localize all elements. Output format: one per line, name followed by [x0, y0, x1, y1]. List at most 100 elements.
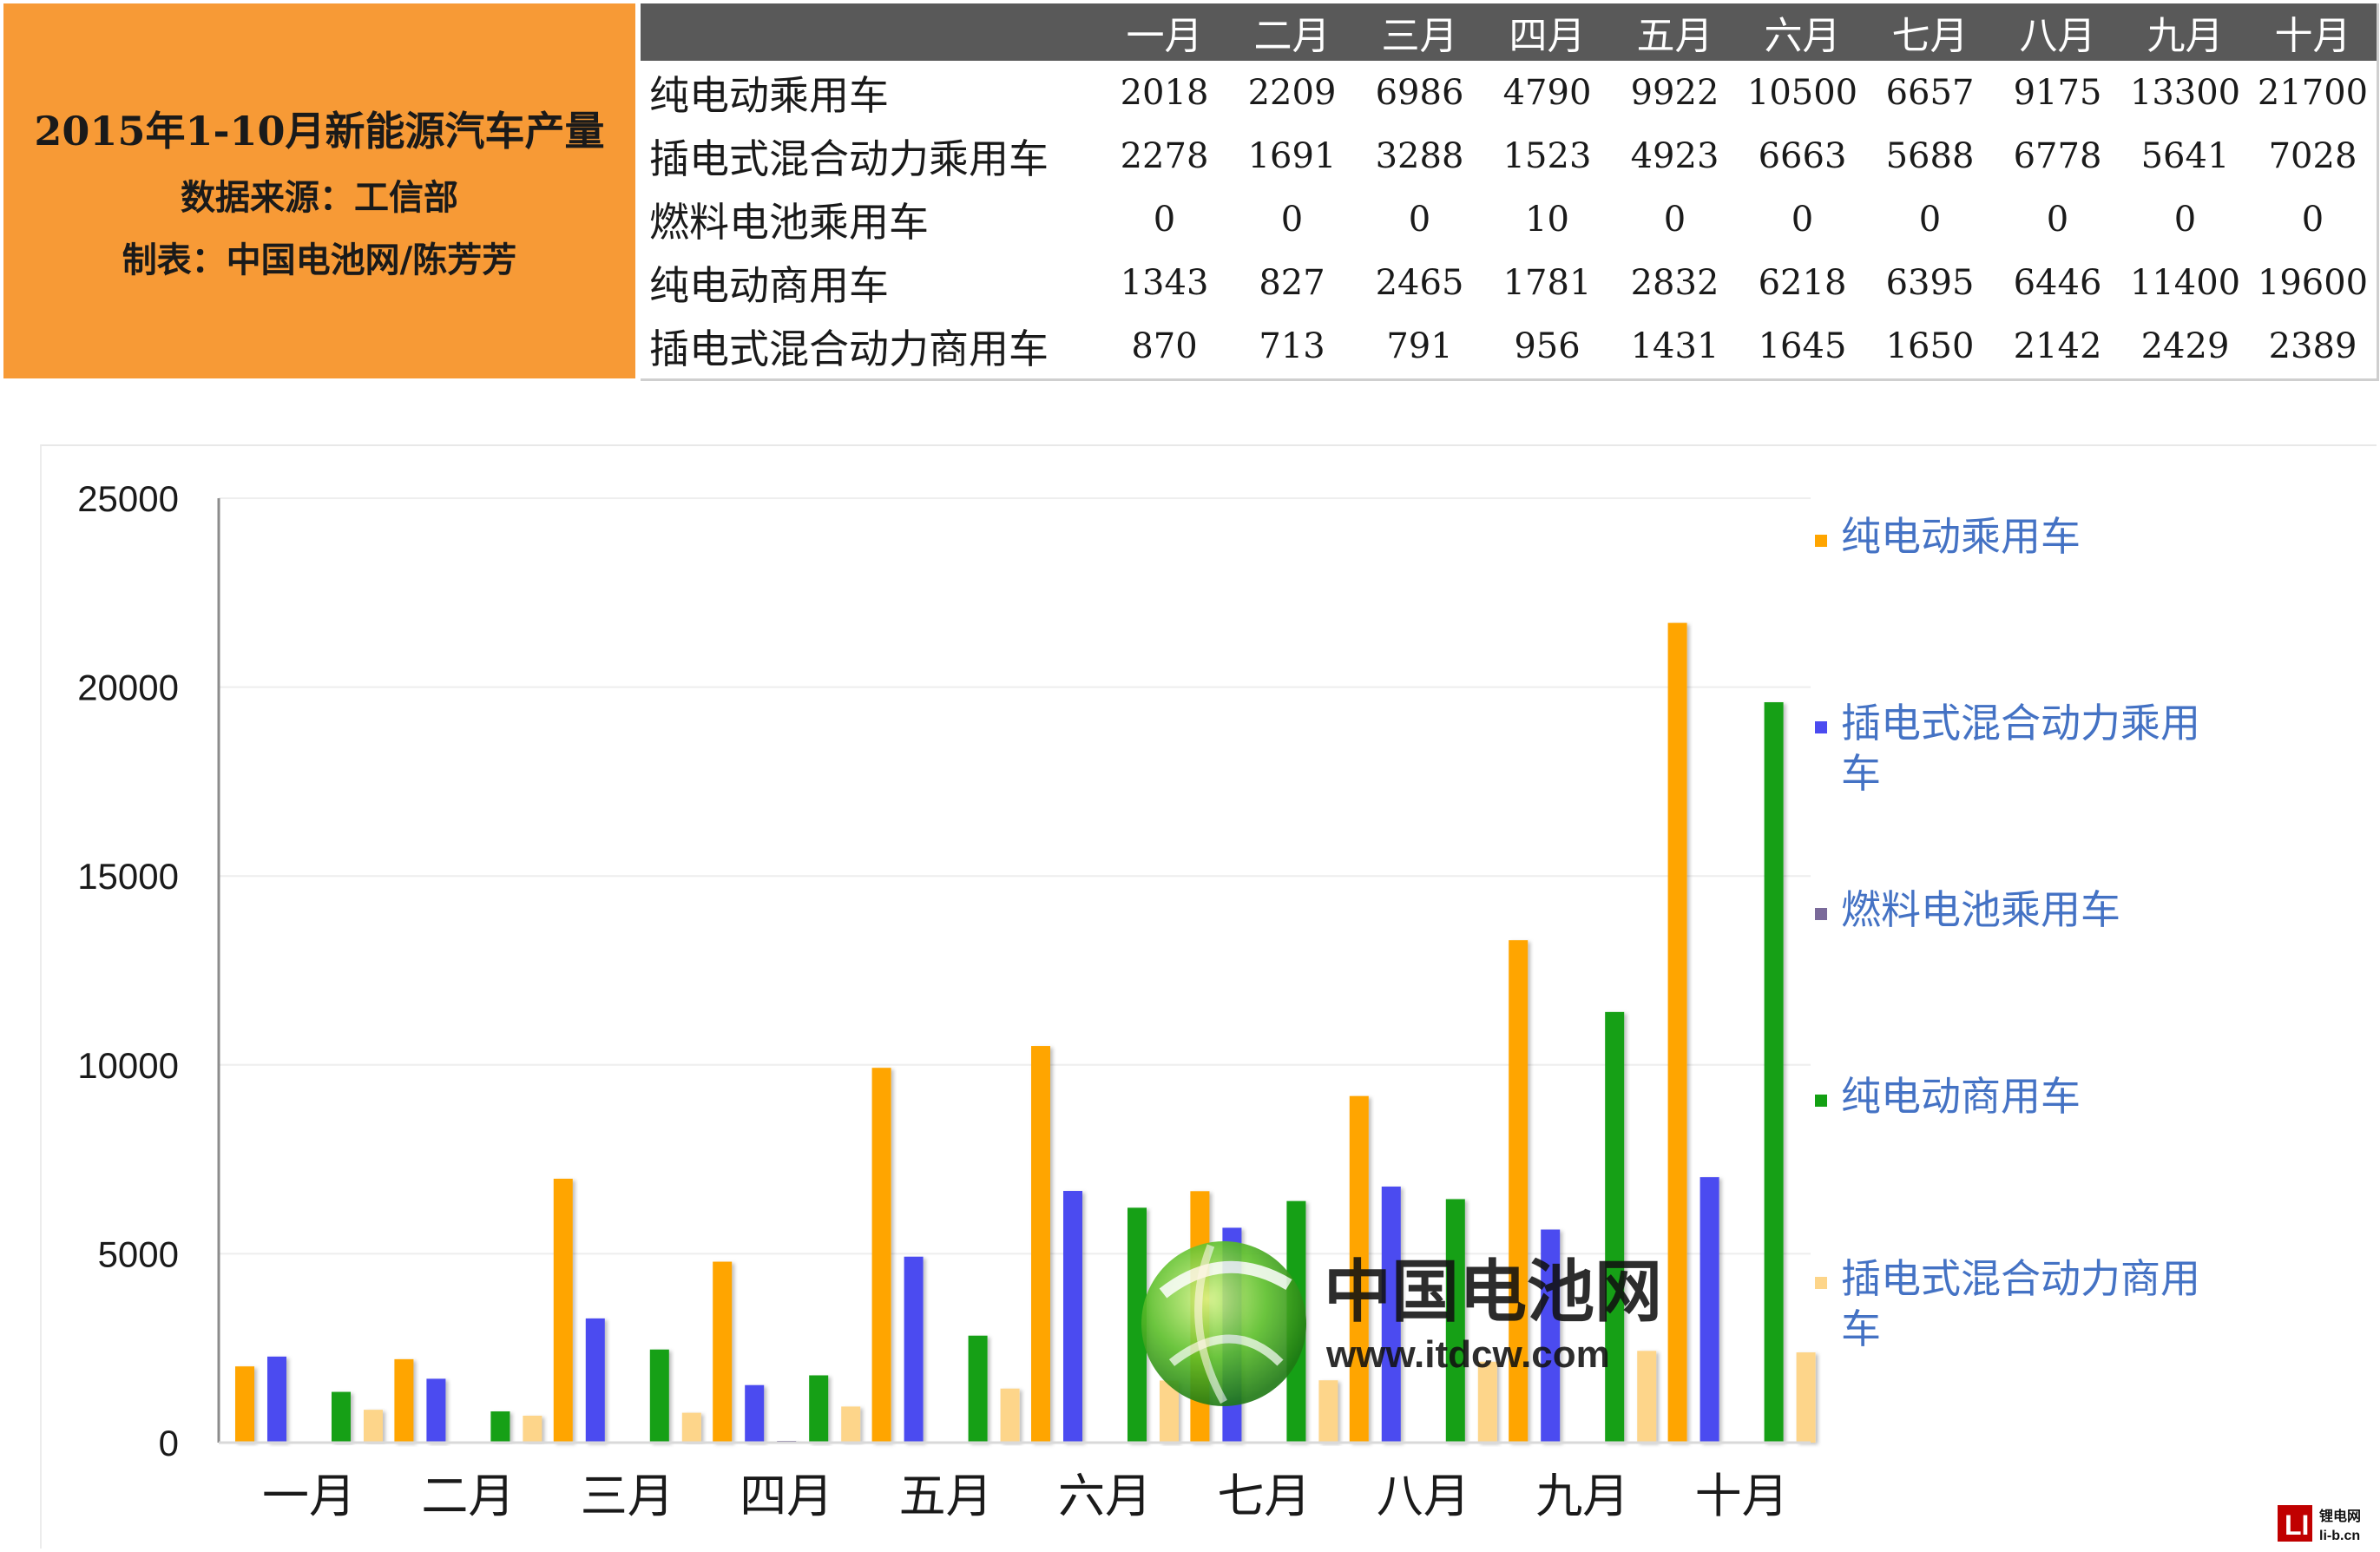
table-cell: 6446: [2013, 263, 2102, 304]
table-cell: 1691: [1247, 135, 1337, 176]
month-header: 三月: [1356, 3, 1483, 61]
bar: [267, 1356, 286, 1443]
legend-label: 纯电动乘用车: [1841, 514, 2081, 559]
table-cell: 1645: [1758, 326, 1847, 367]
legend-swatch: [1815, 721, 1827, 733]
bar: [585, 1318, 605, 1443]
table-cell: 5688: [1885, 135, 1975, 176]
x-tick-label: 六月: [1058, 1470, 1152, 1522]
table-cell: 9922: [1630, 72, 1719, 113]
legend-swatch: [1815, 908, 1827, 920]
bar: [1796, 1352, 1816, 1443]
table-cell: 791: [1386, 326, 1453, 367]
row-label: 纯电动乘用车: [649, 71, 889, 119]
bar: [1000, 1388, 1020, 1443]
table-row: 纯电动乘用车 2018 2209 6986 4790 9922 10500 66…: [641, 61, 2377, 124]
table-cell: 870: [1131, 326, 1198, 367]
table-cell: 10: [1525, 199, 1569, 240]
table-cell: 1523: [1502, 135, 1592, 176]
table-cell: 2832: [1630, 263, 1719, 304]
bar: [364, 1410, 383, 1443]
x-tick-label: 一月: [262, 1470, 356, 1522]
table-cell: 0: [2173, 199, 2197, 240]
month-header: 六月: [1739, 3, 1866, 61]
x-axis-ticks: 一月 二月 三月 四月 五月 六月 七月 八月 九月 十月: [262, 1470, 1789, 1522]
table-cell: 2429: [2140, 326, 2230, 367]
month-header: 二月: [1228, 3, 1356, 61]
month-header: 一月: [1101, 3, 1228, 61]
table-cell: 2142: [2013, 326, 2102, 367]
bar: [681, 1412, 701, 1443]
bar: [332, 1391, 351, 1443]
table-cell: 5641: [2140, 135, 2230, 176]
x-tick-label: 九月: [1535, 1470, 1629, 1522]
legend-swatch: [1815, 1095, 1827, 1107]
globe-icon: [1141, 1241, 1306, 1406]
table-cell: 1650: [1885, 326, 1975, 367]
table-cell: 2018: [1120, 72, 1209, 113]
month-header: 八月: [1994, 3, 2121, 61]
table-cell: 21700: [2257, 72, 2369, 113]
table-cell: 3288: [1375, 135, 1464, 176]
table-cell: 10500: [1746, 72, 1858, 113]
table-cell: 4790: [1502, 72, 1592, 113]
table-cell: 2209: [1247, 72, 1337, 113]
table-cell: 0: [1408, 199, 1431, 240]
month-header: 十月: [2249, 3, 2377, 61]
bar: [809, 1375, 829, 1443]
table-cell: 0: [1153, 199, 1176, 240]
y-tick-label: 25000: [77, 478, 179, 519]
table-cell: 6657: [1885, 72, 1975, 113]
x-tick-label: 七月: [1217, 1470, 1311, 1522]
y-tick-label: 5000: [98, 1233, 179, 1274]
x-tick-label: 八月: [1377, 1470, 1470, 1522]
table-cell: 9175: [2013, 72, 2102, 113]
month-header: 四月: [1483, 3, 1611, 61]
row-label: 插电式混合动力乘用车: [649, 135, 1049, 182]
table-row: 插电式混合动力乘用车 2278 1691 3288 1523 4923 6663…: [641, 124, 2377, 187]
bar: [523, 1415, 542, 1443]
y-tick-label: 0: [159, 1423, 179, 1463]
corner-brand: 锂电网: [2319, 1508, 2361, 1524]
y-tick-label: 15000: [77, 856, 179, 897]
data-source: 数据来源：工信部: [181, 177, 458, 218]
x-tick-label: 五月: [899, 1470, 993, 1522]
corner-logo-letter: LI: [2285, 1509, 2309, 1541]
bar: [841, 1406, 861, 1443]
corner-logo: LI 锂电网 li-b.cn: [2278, 1505, 2361, 1543]
month-header: 七月: [1866, 3, 1994, 61]
table-cell: 6778: [2013, 135, 2102, 176]
bar: [968, 1335, 988, 1443]
table-cell: 0: [2301, 199, 2324, 240]
legend-label: 纯电动商用车: [1841, 1074, 2081, 1119]
row-label: 纯电动商用车: [649, 262, 889, 310]
bar: [1031, 1046, 1050, 1443]
legend-label: 插电式混合动力乘用车: [1841, 700, 2200, 796]
table-cell: 6663: [1758, 135, 1847, 176]
table-cell: 2278: [1120, 135, 1209, 176]
table-cell: 19600: [2257, 263, 2369, 304]
bar: [1063, 1191, 1082, 1443]
table-cell: 7028: [2268, 135, 2357, 176]
bar: [235, 1366, 254, 1443]
corner-header-cell: [641, 3, 1101, 61]
gridlines: [219, 497, 1811, 1255]
row-label: 燃料电池乘用车: [649, 198, 929, 246]
table-cell: 1431: [1630, 326, 1719, 367]
bar: [871, 1068, 891, 1443]
bar: [426, 1378, 446, 1443]
bar: [904, 1256, 924, 1443]
table-cell: 11400: [2129, 263, 2241, 304]
x-tick-label: 十月: [1695, 1470, 1789, 1522]
month-header: 九月: [2121, 3, 2249, 61]
watermark-logo: 中国电池网 www.itdcw.com: [1141, 1241, 1662, 1406]
legend-label: 燃料电池乘用车: [1841, 887, 2120, 932]
table-cell: 0: [1918, 199, 1942, 240]
table-row: 插电式混合动力商用车 870 713 791 956 1431 1645 165…: [641, 315, 2377, 378]
month-header: 五月: [1611, 3, 1739, 61]
data-table: 一月 二月 三月 四月 五月 六月 七月 八月 九月 十月 纯电动乘用车 201…: [641, 3, 2379, 381]
bar: [1700, 1177, 1719, 1443]
legend-swatch: [1815, 1277, 1827, 1289]
bar: [713, 1261, 733, 1443]
table-row: 纯电动商用车 1343 827 2465 1781 2832 6218 6395…: [641, 252, 2377, 315]
